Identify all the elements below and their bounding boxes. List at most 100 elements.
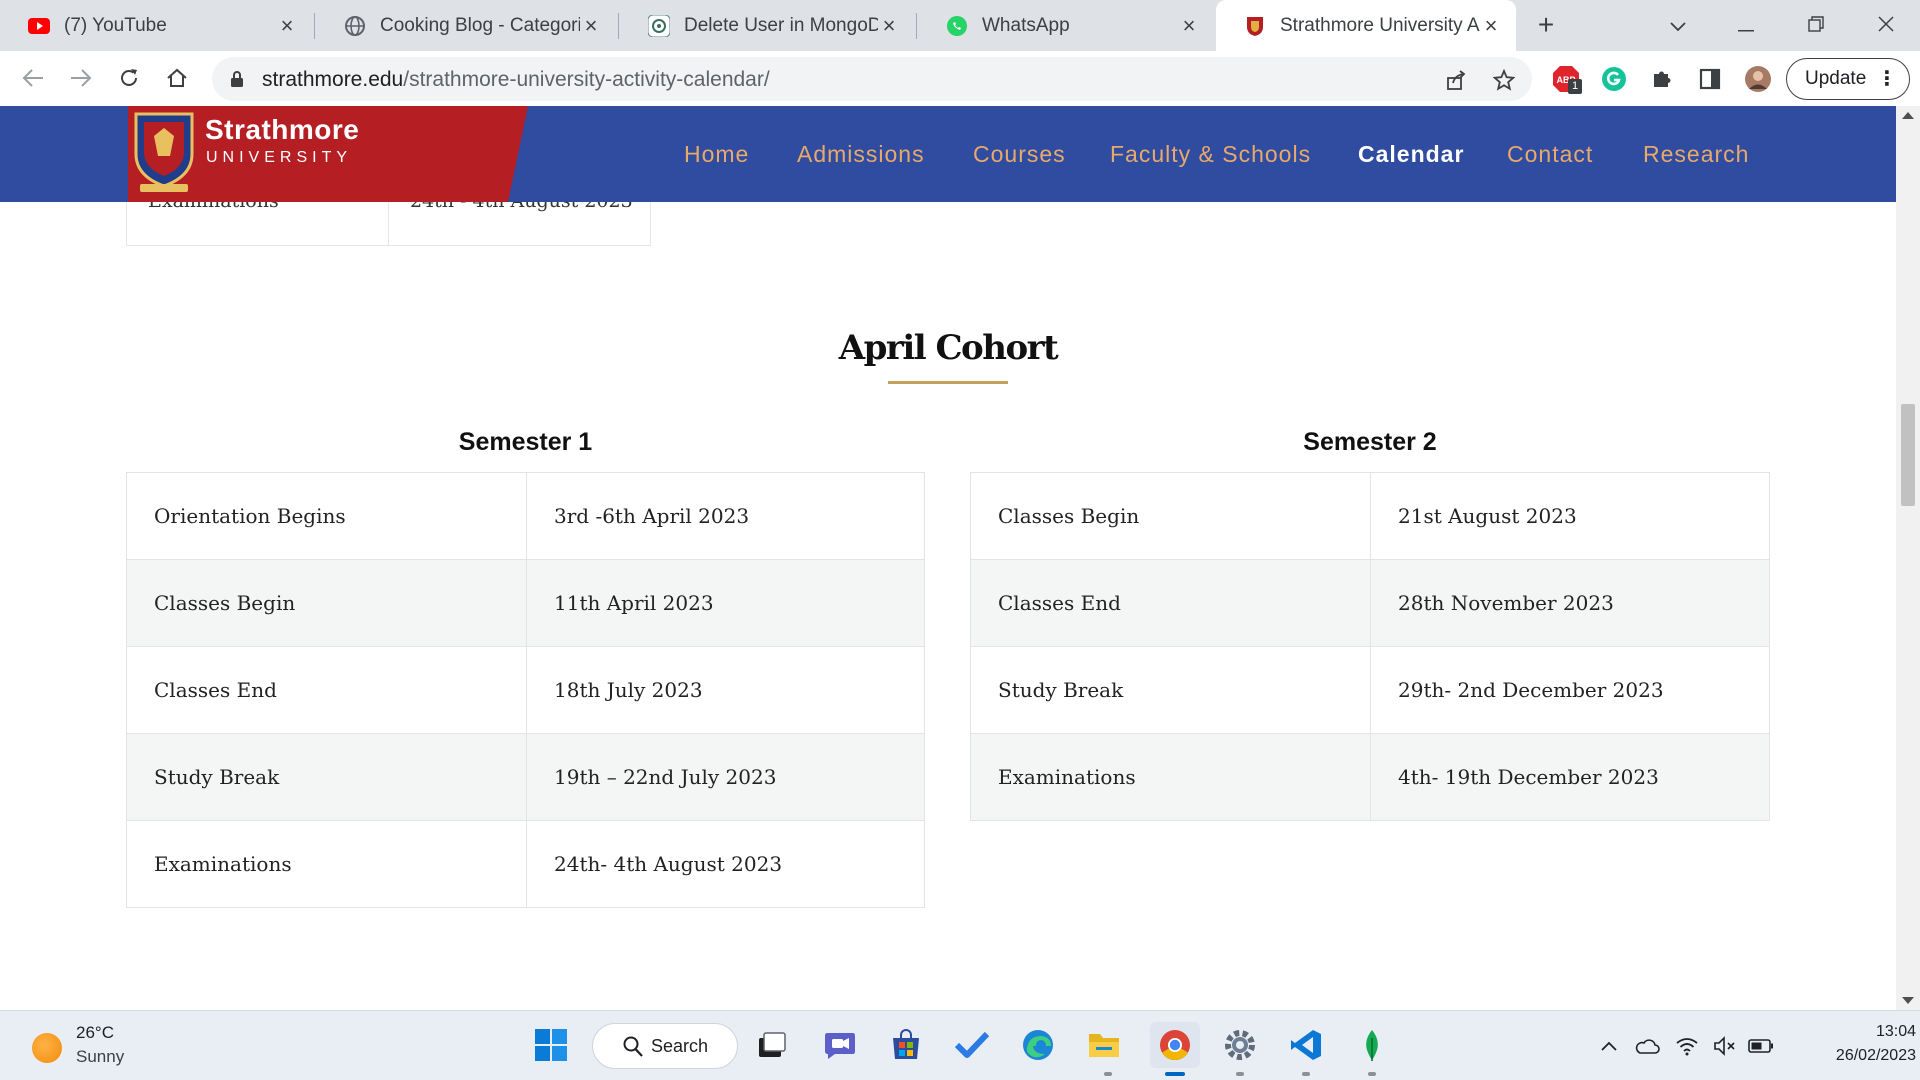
- battery-icon[interactable]: [1748, 1034, 1774, 1058]
- table-row: Classes End 28th November 2023: [970, 559, 1770, 647]
- close-icon[interactable]: ×: [276, 14, 298, 37]
- table-cell-activity: Classes End: [970, 559, 1371, 647]
- mongodb-compass-icon[interactable]: [1352, 1025, 1392, 1065]
- chat-icon[interactable]: [820, 1025, 860, 1065]
- todo-icon[interactable]: [952, 1025, 992, 1065]
- weather-description[interactable]: Sunny: [76, 1047, 124, 1067]
- tab-separator: [618, 13, 619, 39]
- avatar[interactable]: [1744, 65, 1772, 93]
- table-cell-date: 11th April 2023: [526, 559, 925, 647]
- taskbar-indicator-active: [1165, 1072, 1185, 1076]
- taskbar-indicator: [1236, 1072, 1244, 1076]
- tab-title: (7) YouTube: [64, 14, 167, 36]
- chatgpt-icon: [648, 14, 670, 37]
- semester-1-heading: Semester 1: [458, 428, 593, 456]
- taskbar-search[interactable]: Search: [592, 1023, 738, 1069]
- nav-research[interactable]: Research: [1643, 106, 1749, 202]
- table-cell-date: 18th July 2023: [526, 646, 925, 734]
- forward-icon[interactable]: [66, 63, 96, 93]
- address-bar[interactable]: strathmore.edu/strathmore-university-act…: [212, 57, 1532, 101]
- close-icon[interactable]: ×: [1480, 14, 1502, 37]
- back-icon[interactable]: [18, 63, 48, 93]
- nav-admissions[interactable]: Admissions: [797, 106, 925, 202]
- nav-contact[interactable]: Contact: [1507, 106, 1593, 202]
- tab-title: Cooking Blog - Categories: [380, 14, 580, 36]
- nav-faculty-schools[interactable]: Faculty & Schools: [1110, 106, 1311, 202]
- microsoft-store-icon[interactable]: [886, 1025, 926, 1065]
- share-icon[interactable]: [1444, 68, 1468, 92]
- title-underline: [888, 381, 1008, 384]
- close-window-icon[interactable]: [1868, 8, 1904, 44]
- table-row: Examinations 4th- 19th December 2023: [970, 733, 1770, 821]
- file-explorer-icon[interactable]: [1084, 1025, 1124, 1065]
- table-row: Classes Begin 11th April 2023: [126, 559, 925, 647]
- lock-icon[interactable]: [230, 70, 244, 93]
- table-row: Study Break 29th- 2nd December 2023: [970, 646, 1770, 734]
- strathmore-crest-icon: [1244, 15, 1266, 37]
- table-cell-date: 3rd -6th April 2023: [526, 472, 925, 560]
- grammarly-icon[interactable]: [1600, 65, 1628, 93]
- tab-strathmore-calendar[interactable]: Strathmore University Activity ×: [1216, 0, 1516, 51]
- nav-calendar[interactable]: Calendar: [1358, 106, 1464, 202]
- table-cell-date: 19th – 22nd July 2023: [526, 733, 925, 821]
- table-row: Study Break 19th – 22nd July 2023: [126, 733, 925, 821]
- search-icon: [623, 1036, 643, 1063]
- semester-2-table: Classes Begin 21st August 2023 Classes E…: [970, 472, 1770, 821]
- weather-temperature[interactable]: 26°C: [76, 1023, 114, 1043]
- task-view-icon[interactable]: [752, 1025, 792, 1065]
- adblock-extension-icon[interactable]: ABP 1: [1552, 65, 1583, 94]
- update-label: Update: [1805, 68, 1867, 89]
- vscode-icon[interactable]: [1286, 1025, 1326, 1065]
- nav-home[interactable]: Home: [684, 106, 749, 202]
- side-panel-icon[interactable]: [1696, 65, 1724, 93]
- bookmark-star-icon[interactable]: [1492, 68, 1516, 92]
- table-row: Orientation Begins 3rd -6th April 2023: [126, 472, 925, 560]
- logo-name[interactable]: Strathmore: [205, 114, 359, 146]
- tab-whatsapp[interactable]: WhatsApp ×: [918, 0, 1214, 51]
- scroll-down-icon[interactable]: [1902, 997, 1914, 1004]
- edge-icon[interactable]: [1018, 1025, 1058, 1065]
- close-icon[interactable]: ×: [580, 14, 602, 37]
- new-tab-button[interactable]: +: [1530, 10, 1562, 42]
- extensions-puzzle-icon[interactable]: [1648, 65, 1676, 93]
- tab-youtube[interactable]: (7) YouTube ×: [0, 0, 312, 51]
- tab-title: Strathmore University Activity: [1280, 14, 1480, 36]
- youtube-icon: [28, 15, 50, 37]
- weather-sun-icon[interactable]: [32, 1033, 62, 1063]
- close-icon[interactable]: ×: [878, 14, 900, 37]
- chevron-up-icon[interactable]: [1596, 1034, 1622, 1058]
- table-row: Classes Begin 21st August 2023: [970, 472, 1770, 560]
- clock-date[interactable]: 26/02/2023: [1790, 1047, 1916, 1065]
- table-cell-date: 21st August 2023: [1370, 472, 1770, 560]
- page-scrollbar[interactable]: [1896, 106, 1920, 1010]
- chrome-icon[interactable]: [1150, 1022, 1200, 1068]
- tab-cooking-blog[interactable]: Cooking Blog - Categories ×: [316, 0, 616, 51]
- taskbar-indicator: [1104, 1072, 1112, 1076]
- update-button[interactable]: Update ⋮: [1786, 58, 1910, 100]
- settings-gear-icon[interactable]: [1220, 1025, 1260, 1065]
- minimize-icon[interactable]: [1728, 8, 1764, 44]
- whatsapp-icon: [946, 15, 968, 37]
- tab-search-chevron-icon[interactable]: [1660, 8, 1696, 44]
- nav-courses[interactable]: Courses: [973, 106, 1066, 202]
- tab-delete-user-mongodb[interactable]: Delete User in MongoDB ×: [620, 0, 914, 51]
- site-header: Strathmore UNIVERSITY Home Admissions Co…: [0, 106, 1896, 202]
- table-cell-date: 28th November 2023: [1370, 559, 1770, 647]
- windows-start-icon[interactable]: [531, 1025, 571, 1065]
- speaker-muted-icon[interactable]: [1712, 1034, 1738, 1058]
- strathmore-crest-icon[interactable]: [132, 110, 196, 196]
- menu-dots-icon[interactable]: ⋮: [1877, 59, 1897, 99]
- clock-time[interactable]: 13:04: [1836, 1023, 1916, 1041]
- section-title: April Cohort: [838, 328, 1059, 368]
- close-icon[interactable]: ×: [1178, 14, 1200, 37]
- table-row: Classes End 18th July 2023: [126, 646, 925, 734]
- wifi-icon[interactable]: [1674, 1034, 1700, 1058]
- reload-icon[interactable]: [114, 63, 144, 93]
- scroll-up-icon[interactable]: [1902, 112, 1914, 119]
- home-icon[interactable]: [162, 63, 192, 93]
- restore-icon[interactable]: [1798, 8, 1834, 44]
- extension-badge: 1: [1568, 79, 1583, 94]
- address-url: strathmore.edu/strathmore-university-act…: [262, 68, 770, 92]
- scrollbar-thumb[interactable]: [1901, 404, 1915, 506]
- onedrive-cloud-icon[interactable]: [1634, 1034, 1660, 1058]
